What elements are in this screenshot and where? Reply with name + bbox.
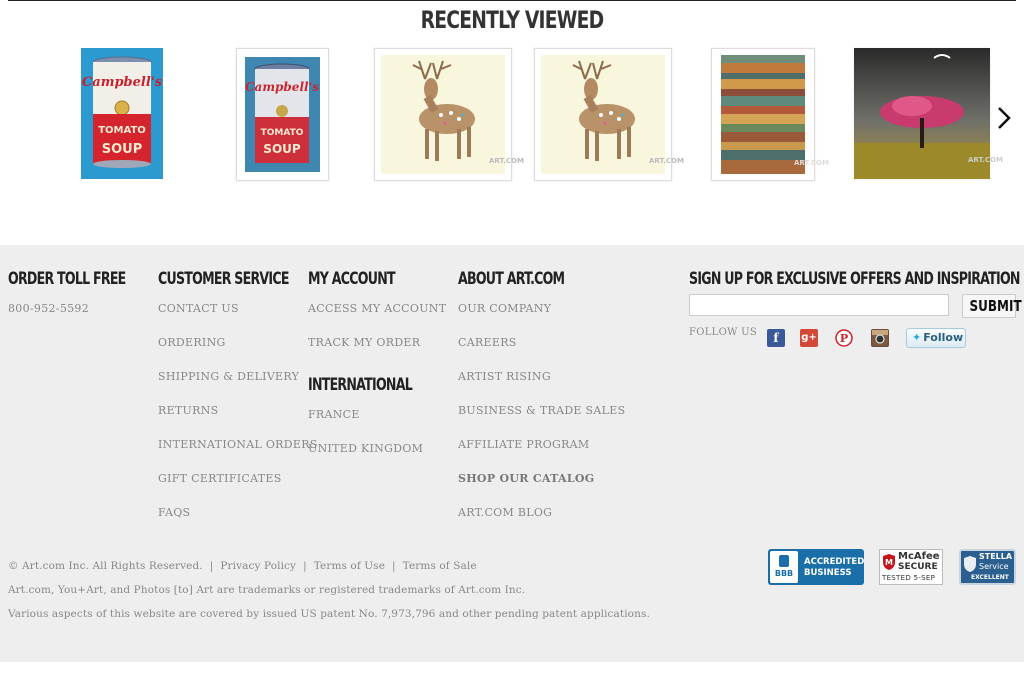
instagram-icon[interactable] bbox=[871, 329, 889, 347]
footer-link-faqs[interactable]: FAQS bbox=[158, 506, 190, 519]
facebook-icon[interactable]: f bbox=[767, 329, 785, 347]
pinterest-icon[interactable]: P bbox=[835, 329, 853, 347]
svg-text:SOUP: SOUP bbox=[102, 142, 143, 157]
footer-link-access-account[interactable]: ACCESS MY ACCOUNT bbox=[308, 302, 446, 315]
bbb-badge[interactable]: BBB ACCREDITED BUSINESS bbox=[768, 549, 864, 585]
google-plus-icon[interactable]: g+ bbox=[800, 329, 818, 347]
trademark-text: Art.com, You+Art, and Photos [to] Art ar… bbox=[8, 584, 526, 596]
mcafee-badge[interactable]: M McAfee SECURE TESTED 5-SEP bbox=[879, 549, 943, 585]
legal-links-row: © Art.com Inc. All Rights Reserved. | Priv… bbox=[8, 560, 477, 572]
stella-service-badge[interactable]: STELLA Service EXCELLENT bbox=[959, 549, 1016, 585]
terms-of-sale-link[interactable]: Terms of Sale bbox=[403, 560, 477, 572]
order-toll-free-heading: ORDER TOLL FREE bbox=[8, 269, 126, 289]
footer-link-track-order[interactable]: TRACK MY ORDER bbox=[308, 336, 420, 349]
footer-link-blog[interactable]: ART.COM BLOG bbox=[458, 506, 552, 519]
watermark: ART.COM bbox=[794, 159, 829, 167]
terms-of-use-link[interactable]: Terms of Use bbox=[314, 560, 385, 572]
bbb-logo-icon: BBB bbox=[770, 551, 798, 583]
phone-number[interactable]: 800-952-5592 bbox=[8, 302, 89, 315]
campbells-soup-blue-artwork: Campbell's TOMATO SOUP bbox=[245, 57, 320, 172]
footer-link-careers[interactable]: CAREERS bbox=[458, 336, 517, 349]
twitter-follow-label: Follow bbox=[923, 331, 964, 344]
footer-link-returns[interactable]: RETURNS bbox=[158, 404, 218, 417]
footer-link-shop-catalog[interactable]: SHOP OUR CATALOG bbox=[458, 472, 594, 485]
customer-service-heading: CUSTOMER SERVICE bbox=[158, 269, 289, 289]
recently-viewed-item-stripes[interactable]: ART.COM bbox=[711, 48, 829, 181]
stella-line1: STELLA bbox=[979, 552, 1013, 561]
footer-link-united-kingdom[interactable]: UNITED KINGDOM bbox=[308, 442, 423, 455]
stella-line3: EXCELLENT bbox=[971, 574, 1009, 581]
svg-text:Campbell's: Campbell's bbox=[82, 75, 163, 90]
shield-icon: M bbox=[883, 554, 895, 570]
recently-viewed-item-pink-tree[interactable]: ART.COM bbox=[854, 48, 1003, 179]
footer-link-ordering[interactable]: ORDERING bbox=[158, 336, 226, 349]
chevron-right-icon[interactable] bbox=[995, 104, 1015, 132]
privacy-policy-link[interactable]: Privacy Policy bbox=[220, 560, 296, 572]
footer-link-shipping[interactable]: SHIPPING & DELIVERY bbox=[158, 370, 299, 383]
bbb-line1: ACCREDITED bbox=[804, 557, 865, 567]
submit-button[interactable]: SUBMIT bbox=[962, 294, 1022, 318]
separator: | bbox=[303, 560, 307, 572]
separator: | bbox=[209, 560, 214, 572]
bbb-logo-text: BBB bbox=[774, 569, 794, 578]
mcafee-tested: TESTED 5-SEP bbox=[882, 574, 936, 582]
svg-text:TOMATO: TOMATO bbox=[98, 125, 146, 136]
recently-viewed-title: RECENTLY VIEWED bbox=[420, 6, 605, 34]
about-heading: ABOUT ART.COM bbox=[458, 269, 565, 289]
watermark: ART.COM bbox=[968, 156, 1003, 164]
svg-text:P: P bbox=[840, 332, 848, 345]
recently-viewed-item-deer-2[interactable]: ART.COM bbox=[534, 48, 684, 181]
svg-text:SOUP: SOUP bbox=[263, 142, 301, 156]
bbb-line2: BUSINESS bbox=[804, 568, 852, 578]
signup-email-input[interactable] bbox=[689, 294, 949, 316]
svg-text:Campbell's: Campbell's bbox=[245, 80, 319, 94]
separator: | bbox=[392, 560, 396, 572]
footer-link-our-company[interactable]: OUR COMPANY bbox=[458, 302, 551, 315]
recently-viewed-item-campbells-1[interactable]: Campbell's TOMATO SOUP bbox=[81, 48, 163, 179]
footer-link-affiliate[interactable]: AFFILIATE PROGRAM bbox=[458, 438, 590, 451]
watermark: ART.COM bbox=[649, 157, 684, 165]
follow-us-label: FOLLOW US bbox=[689, 327, 758, 338]
footer-link-france[interactable]: FRANCE bbox=[308, 408, 360, 421]
footer-link-gift-certificates[interactable]: GIFT CERTIFICATES bbox=[158, 472, 282, 485]
svg-text:M: M bbox=[885, 558, 893, 567]
svg-text:TOMATO: TOMATO bbox=[261, 128, 304, 138]
shield-icon bbox=[964, 556, 976, 572]
signup-heading: SIGN UP FOR EXCLUSIVE OFFERS AND INSPIRA… bbox=[689, 269, 1020, 289]
copyright-text: © Art.com Inc. All Rights Reserved. bbox=[8, 560, 203, 572]
my-account-heading: MY ACCOUNT bbox=[308, 269, 396, 289]
footer-link-contact-us[interactable]: CONTACT US bbox=[158, 302, 239, 315]
mcafee-line2: SECURE bbox=[898, 562, 938, 572]
watermark: ART.COM bbox=[489, 157, 524, 165]
top-divider bbox=[8, 0, 1016, 1]
submit-label: SUBMIT bbox=[969, 297, 1022, 315]
campbells-soup-artwork: Campbell's TOMATO SOUP bbox=[81, 48, 163, 179]
stella-line2: Service bbox=[979, 562, 1009, 571]
recently-viewed-item-campbells-2[interactable]: Campbell's TOMATO SOUP bbox=[236, 48, 329, 181]
footer-link-international-orders[interactable]: INTERNATIONAL ORDERS bbox=[158, 438, 318, 451]
patent-text: Various aspects of this website are cove… bbox=[8, 608, 650, 620]
twitter-follow-button[interactable]: ✦ Follow bbox=[906, 328, 966, 348]
mcafee-line1: McAfee bbox=[898, 551, 940, 562]
twitter-icon: ✦ bbox=[912, 331, 922, 344]
footer-link-artist-rising[interactable]: ARTIST RISING bbox=[458, 370, 551, 383]
footer-link-business-trade[interactable]: BUSINESS & TRADE SALES bbox=[458, 404, 625, 417]
international-heading: INTERNATIONAL bbox=[308, 375, 413, 395]
recently-viewed-item-deer-1[interactable]: ART.COM bbox=[374, 48, 524, 181]
